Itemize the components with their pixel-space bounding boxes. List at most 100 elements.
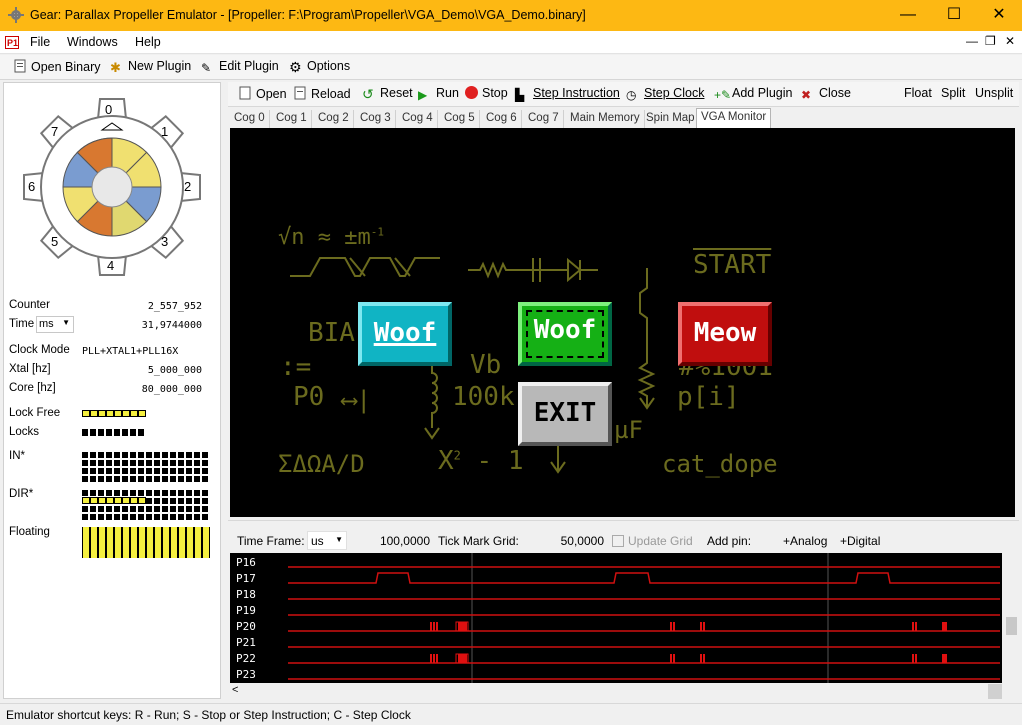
options-button[interactable]: ⚙ Options <box>289 59 350 74</box>
cog-number-0: 0 <box>105 102 113 117</box>
stop-icon <box>465 86 478 99</box>
time-frame-input[interactable]: 100,0000 <box>378 534 430 548</box>
locks-bits <box>82 429 146 436</box>
pin-label-p20: P20 <box>236 620 256 633</box>
meow-button[interactable]: Meow <box>678 302 772 366</box>
reset-button[interactable]: ↺ Reset <box>362 86 413 101</box>
pin-label-p17: P17 <box>236 572 256 585</box>
p0-text: P0 <box>293 382 325 412</box>
tab-cog-4[interactable]: Cog 4 <box>398 110 438 128</box>
logic-horizontal-scrollbar[interactable]: < <box>228 684 1019 699</box>
woof-button-2[interactable]: Woof <box>518 302 612 366</box>
main-toolbar: Open Binary ✱ New Plugin ✎ Edit Plugin ⚙ Op… <box>0 55 1022 80</box>
menu-help[interactable]: Help <box>135 35 161 49</box>
counter-value: 2_557_952 <box>147 301 202 312</box>
maximize-icon[interactable]: ☐ <box>931 0 977 31</box>
waveform-glyph <box>290 257 440 277</box>
floating-pin-grid <box>82 527 210 558</box>
svg-text:P1: P1 <box>7 38 18 48</box>
open-binary-button[interactable]: Open Binary <box>13 59 100 74</box>
scroll-left-icon[interactable]: < <box>232 684 238 696</box>
counter-label: Counter <box>9 299 50 311</box>
assign-text: := <box>280 352 312 382</box>
scroll-thumb[interactable] <box>1006 617 1017 635</box>
vga-monitor-screen: √n ≈ ±m-1 START BIA := P0 ⟷| Vb 100k #%1… <box>230 128 1015 517</box>
new-plugin-label: New Plugin <box>128 59 192 73</box>
split-button[interactable]: Split <box>941 86 965 100</box>
core-value: 80_000_000 <box>141 384 202 395</box>
logic-vertical-scrollbar[interactable] <box>1004 553 1019 683</box>
logic-analyzer-toolbar: Time Frame: us ▼ 100,0000 Tick Mark Grid:… <box>228 530 1019 552</box>
sigma-text: ΣΔΩA/D <box>278 450 365 478</box>
play-icon: ▶ <box>418 88 428 102</box>
time-label: Time <box>9 318 35 330</box>
tab-cog-6[interactable]: Cog 6 <box>482 110 522 128</box>
in-label: IN* <box>9 450 25 462</box>
tab-main-memory[interactable]: Main Memory <box>566 110 645 128</box>
tab-cog-0[interactable]: Cog 0 <box>230 110 270 128</box>
tab-vga-monitor[interactable]: VGA Monitor <box>696 108 772 128</box>
mdi-minimize-icon[interactable]: — <box>966 34 978 48</box>
options-label: Options <box>307 59 351 73</box>
reset-label: Reset <box>380 86 413 100</box>
tick-mark-label: Tick Mark Grid: <box>438 534 519 548</box>
microfarad-text: µF <box>614 416 643 444</box>
cog-number-6: 6 <box>28 179 36 194</box>
time-unit-select[interactable]: ms ▼ <box>36 316 74 333</box>
reload-icon <box>294 86 306 100</box>
title-bar: Gear: Parallax Propeller Emulator - [Pro… <box>0 0 1022 31</box>
transistor-glyph <box>637 268 656 410</box>
tab-cog-2[interactable]: Cog 2 <box>314 110 354 128</box>
pin-traces <box>288 553 1000 683</box>
clock-icon: ◷ <box>626 88 637 102</box>
reload-button[interactable]: Reload <box>293 86 351 101</box>
tab-cog-5[interactable]: Cog 5 <box>440 110 480 128</box>
exit-button[interactable]: EXIT <box>518 382 612 446</box>
propeller-toolbar: Open Reload ↺ Reset ▶ Run Stop ▙ Step Instr… <box>228 82 1019 107</box>
minimize-icon[interactable]: — <box>885 0 931 31</box>
cog-number-5: 5 <box>51 234 59 249</box>
float-button[interactable]: Float <box>904 86 932 100</box>
cog-number-2: 2 <box>184 179 192 194</box>
time-frame-unit-select[interactable]: us ▼ <box>307 531 347 550</box>
floating-label: Floating <box>9 526 50 538</box>
tab-spin-map[interactable]: Spin Map <box>642 110 700 128</box>
scroll-right-icon[interactable] <box>988 684 1002 699</box>
menu-windows[interactable]: Windows <box>67 35 118 49</box>
open-button[interactable]: Open <box>238 86 287 101</box>
add-digital-button[interactable]: +Digital <box>840 534 880 548</box>
cog-number-4: 4 <box>107 258 115 273</box>
ground-arrow-glyph <box>550 446 566 474</box>
edit-plugin-button[interactable]: ✎ Edit Plugin <box>201 59 279 75</box>
reload-label: Reload <box>311 87 351 101</box>
vb-text: Vb <box>470 350 502 380</box>
tab-cog-1[interactable]: Cog 1 <box>272 110 312 128</box>
edit-plugin-icon: ✎ <box>201 61 212 75</box>
close-icon[interactable]: ✕ <box>976 0 1022 31</box>
new-plugin-button[interactable]: ✱ New Plugin <box>110 59 191 75</box>
tab-cog-3[interactable]: Cog 3 <box>356 110 396 128</box>
menu-file[interactable]: File <box>30 35 50 49</box>
stop-button[interactable]: Stop <box>465 86 508 100</box>
status-text: Emulator shortcut keys: R - Run; S - Sto… <box>6 708 411 722</box>
splitter-handle[interactable] <box>228 520 1019 528</box>
tick-mark-input[interactable]: 50,0000 <box>528 534 604 548</box>
run-button[interactable]: ▶ Run <box>418 86 459 102</box>
step-instruction-button[interactable]: ▙ Step Instruction <box>515 86 620 102</box>
close-button[interactable]: ✖ Close <box>801 86 851 102</box>
stop-label: Stop <box>482 86 508 100</box>
add-analog-button[interactable]: +Analog <box>783 534 827 548</box>
mdi-restore-icon[interactable]: ❐ <box>985 34 996 48</box>
add-plugin-icon: +✎ <box>714 88 732 102</box>
step-clock-button[interactable]: ◷ Step Clock <box>626 86 704 102</box>
add-plugin-button[interactable]: +✎Add Plugin <box>714 86 792 102</box>
cog-number-7: 7 <box>51 124 59 139</box>
update-grid-button[interactable]: Update Grid <box>612 534 693 548</box>
tab-cog-7[interactable]: Cog 7 <box>524 110 564 128</box>
unsplit-button[interactable]: Unsplit <box>975 86 1013 100</box>
cog-gear-diagram <box>23 98 201 276</box>
open-label: Open <box>256 87 287 101</box>
mdi-close-icon[interactable]: ✕ <box>1005 34 1015 48</box>
woof-button-1[interactable]: Woof <box>358 302 452 366</box>
x-base: X <box>438 446 454 476</box>
